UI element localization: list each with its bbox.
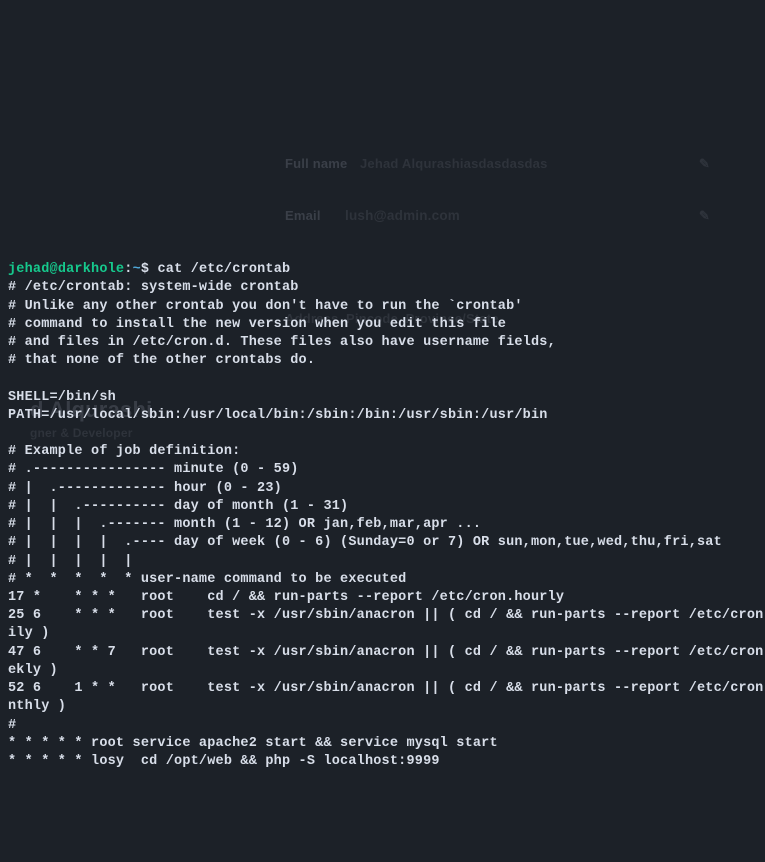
output-line: # | | | | .---- day of week (0 - 6) (Sun… (8, 535, 722, 550)
edit-icon: ✎ (699, 207, 710, 225)
prompt-colon: : (124, 262, 132, 277)
output-line: # and files in /etc/cron.d. These files … (8, 335, 556, 350)
output-line: # | | .---------- day of month (1 - 31) (8, 499, 348, 514)
output-line: 52 6 1 * * root test -x /usr/sbin/anacro… (8, 681, 765, 696)
bg-fullname-label: Full name (285, 155, 347, 173)
output-line: ily ) (8, 626, 50, 641)
prompt-at: @ (50, 262, 58, 277)
prompt-host: darkhole (58, 262, 124, 277)
output-line: # command to install the new version whe… (8, 317, 506, 332)
bg-fullname-value: Jehad Alqurashiasdasdasdas (360, 155, 548, 173)
output-line: # | .------------- hour (0 - 23) (8, 481, 282, 496)
output-line: ekly ) (8, 663, 58, 678)
output-line: # .---------------- minute (0 - 59) (8, 462, 299, 477)
output-line: 25 6 * * * root test -x /usr/sbin/anacro… (8, 608, 765, 623)
output-line: 47 6 * * 7 root test -x /usr/sbin/anacro… (8, 645, 765, 660)
command-text: cat /etc/crontab (158, 262, 291, 277)
bg-email-value: lush@admin.com (345, 207, 460, 225)
terminal-output[interactable]: jehad@darkhole:~$ cat /etc/crontab # /et… (8, 261, 757, 771)
output-line: # Unlike any other crontab you don't hav… (8, 299, 523, 314)
output-line: nthly ) (8, 699, 66, 714)
prompt-user: jehad (8, 262, 50, 277)
output-line: # (8, 718, 16, 733)
output-line: * * * * * root service apache2 start && … (8, 736, 498, 751)
bg-email-label: Email (285, 207, 321, 225)
output-line: SHELL=/bin/sh (8, 390, 116, 405)
edit-icon: ✎ (699, 155, 710, 173)
output-line: 17 * * * * root cd / && run-parts --repo… (8, 590, 564, 605)
output-line: # | | | .------- month (1 - 12) OR jan,f… (8, 517, 481, 532)
output-line: PATH=/usr/local/sbin:/usr/local/bin:/sbi… (8, 408, 548, 423)
prompt-dollar: $ (141, 262, 149, 277)
output-line: # /etc/crontab: system-wide crontab (8, 280, 299, 295)
output-line: # that none of the other crontabs do. (8, 353, 315, 368)
output-line: # | | | | | (8, 554, 133, 569)
prompt-path: ~ (133, 262, 141, 277)
output-line: # * * * * * user-name command to be exec… (8, 572, 406, 587)
output-line: * * * * * losy cd /opt/web && php -S loc… (8, 754, 440, 769)
output-line: # Example of job definition: (8, 444, 240, 459)
